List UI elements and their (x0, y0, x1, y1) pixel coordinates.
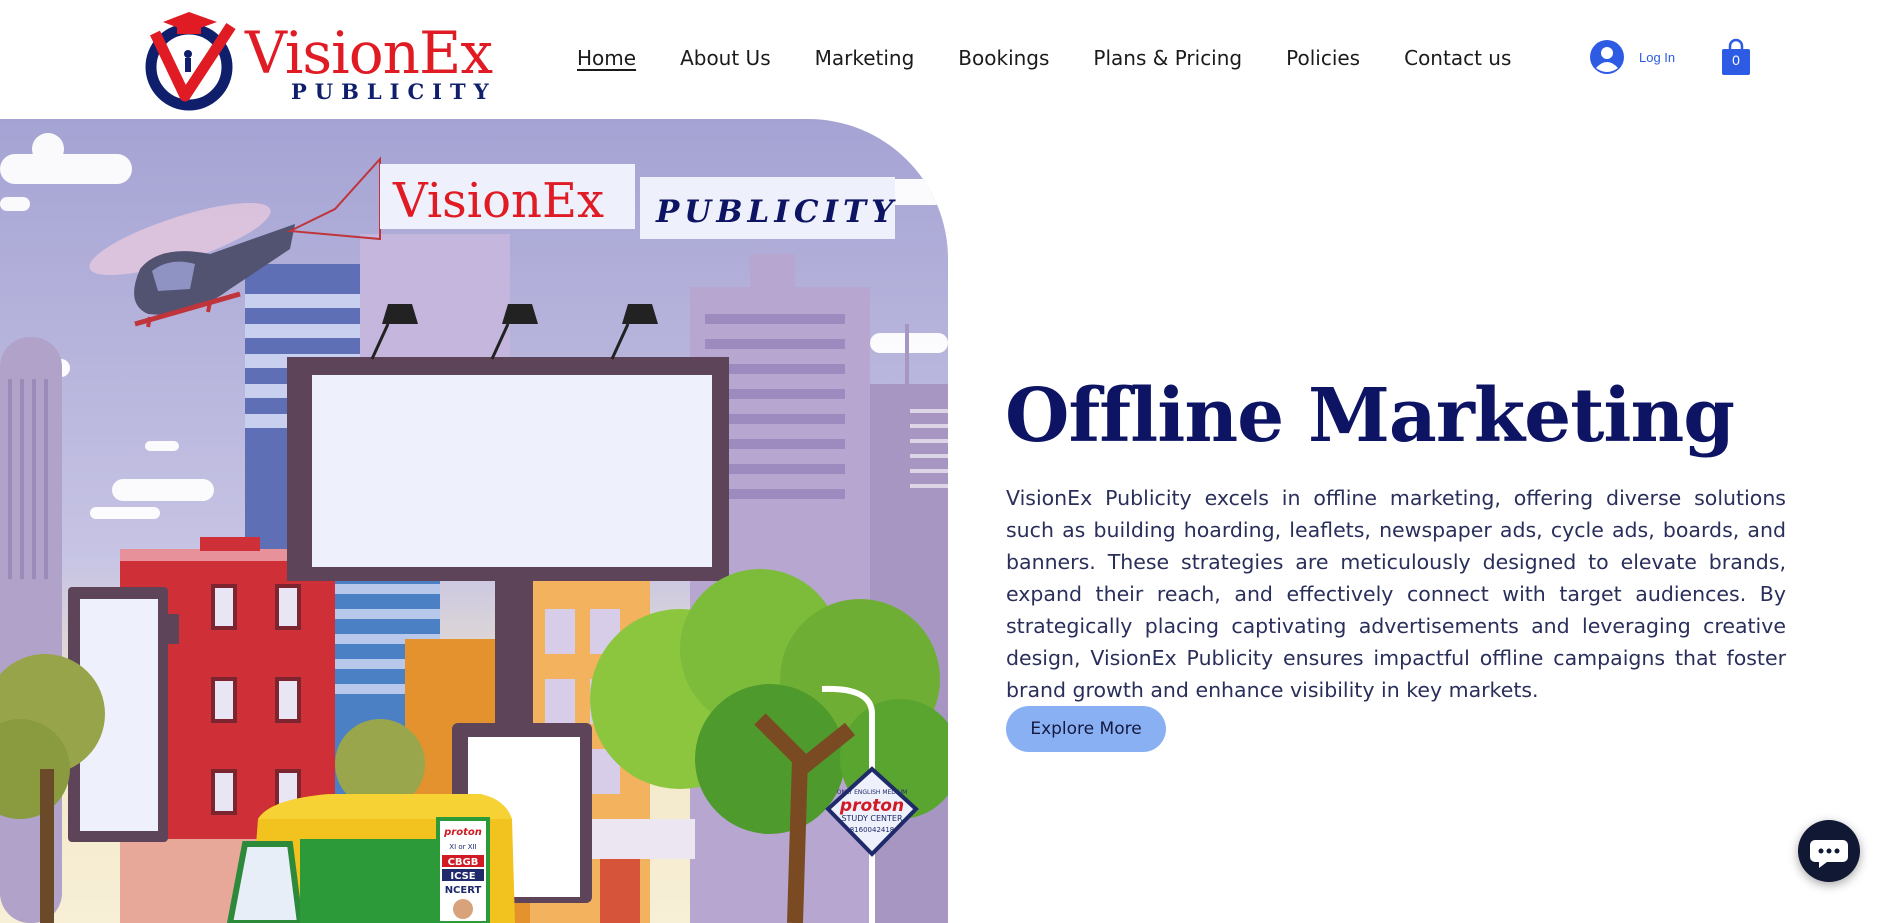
sign-line-2: proton (839, 796, 904, 816)
main-nav: Home About Us Marketing Bookings Plans &… (555, 42, 1533, 74)
auto-poster-line-5: NCERT (445, 885, 482, 896)
hero-illustration: VisionEx PUBLICITY ONLY ENGLISH MEDIUM p… (0, 119, 948, 923)
hero-description: VisionEx Publicity excels in offline mar… (1006, 485, 1786, 702)
auto-poster-line-1: proton (443, 827, 482, 838)
logo-subtitle: PUBLICITY (291, 79, 497, 104)
logo-wordmark: VisionEx (245, 19, 493, 87)
nav-about-us[interactable]: About Us (680, 42, 771, 74)
auto-poster-line-3: CBGB (448, 857, 479, 868)
logo-emblem-icon (145, 12, 236, 111)
nav-plans-pricing[interactable]: Plans & Pricing (1093, 42, 1242, 74)
sign-line-1: ONLY ENGLISH MEDIUM (837, 789, 908, 796)
city-billboard-illustration: VisionEx PUBLICITY ONLY ENGLISH MEDIUM p… (0, 119, 948, 923)
nav-policies[interactable]: Policies (1286, 42, 1360, 74)
banner-subtitle: PUBLICITY (655, 194, 898, 230)
nav-marketing[interactable]: Marketing (815, 42, 915, 74)
cart-button[interactable]: 0 (1720, 38, 1752, 76)
chat-widget-button[interactable] (1798, 820, 1860, 882)
nav-bookings[interactable]: Bookings (958, 42, 1049, 74)
site-header: VisionEx PUBLICITY Home About Us Marketi… (0, 0, 1897, 118)
nav-contact-us[interactable]: Contact us (1404, 42, 1511, 74)
login-label: Log In (1639, 49, 1676, 65)
sign-line-4: 8160042418 (850, 826, 895, 834)
auto-poster-line-2: XI or XII (449, 843, 476, 851)
auto-poster-line-4: ICSE (450, 871, 475, 882)
user-avatar-icon (1590, 40, 1624, 74)
sign-line-3: STUDY CENTER (841, 814, 903, 823)
site-logo[interactable]: VisionEx PUBLICITY (145, 8, 495, 112)
login-button[interactable]: Log In (1590, 40, 1675, 74)
nav-home[interactable]: Home (577, 42, 636, 74)
explore-more-button[interactable]: Explore More (1006, 706, 1166, 752)
chat-bubble-icon (1810, 840, 1848, 868)
banner-wordmark: VisionEx (392, 173, 604, 229)
hero-title: Offline Marketing (1005, 372, 1735, 459)
cart-count: 0 (1732, 52, 1740, 68)
